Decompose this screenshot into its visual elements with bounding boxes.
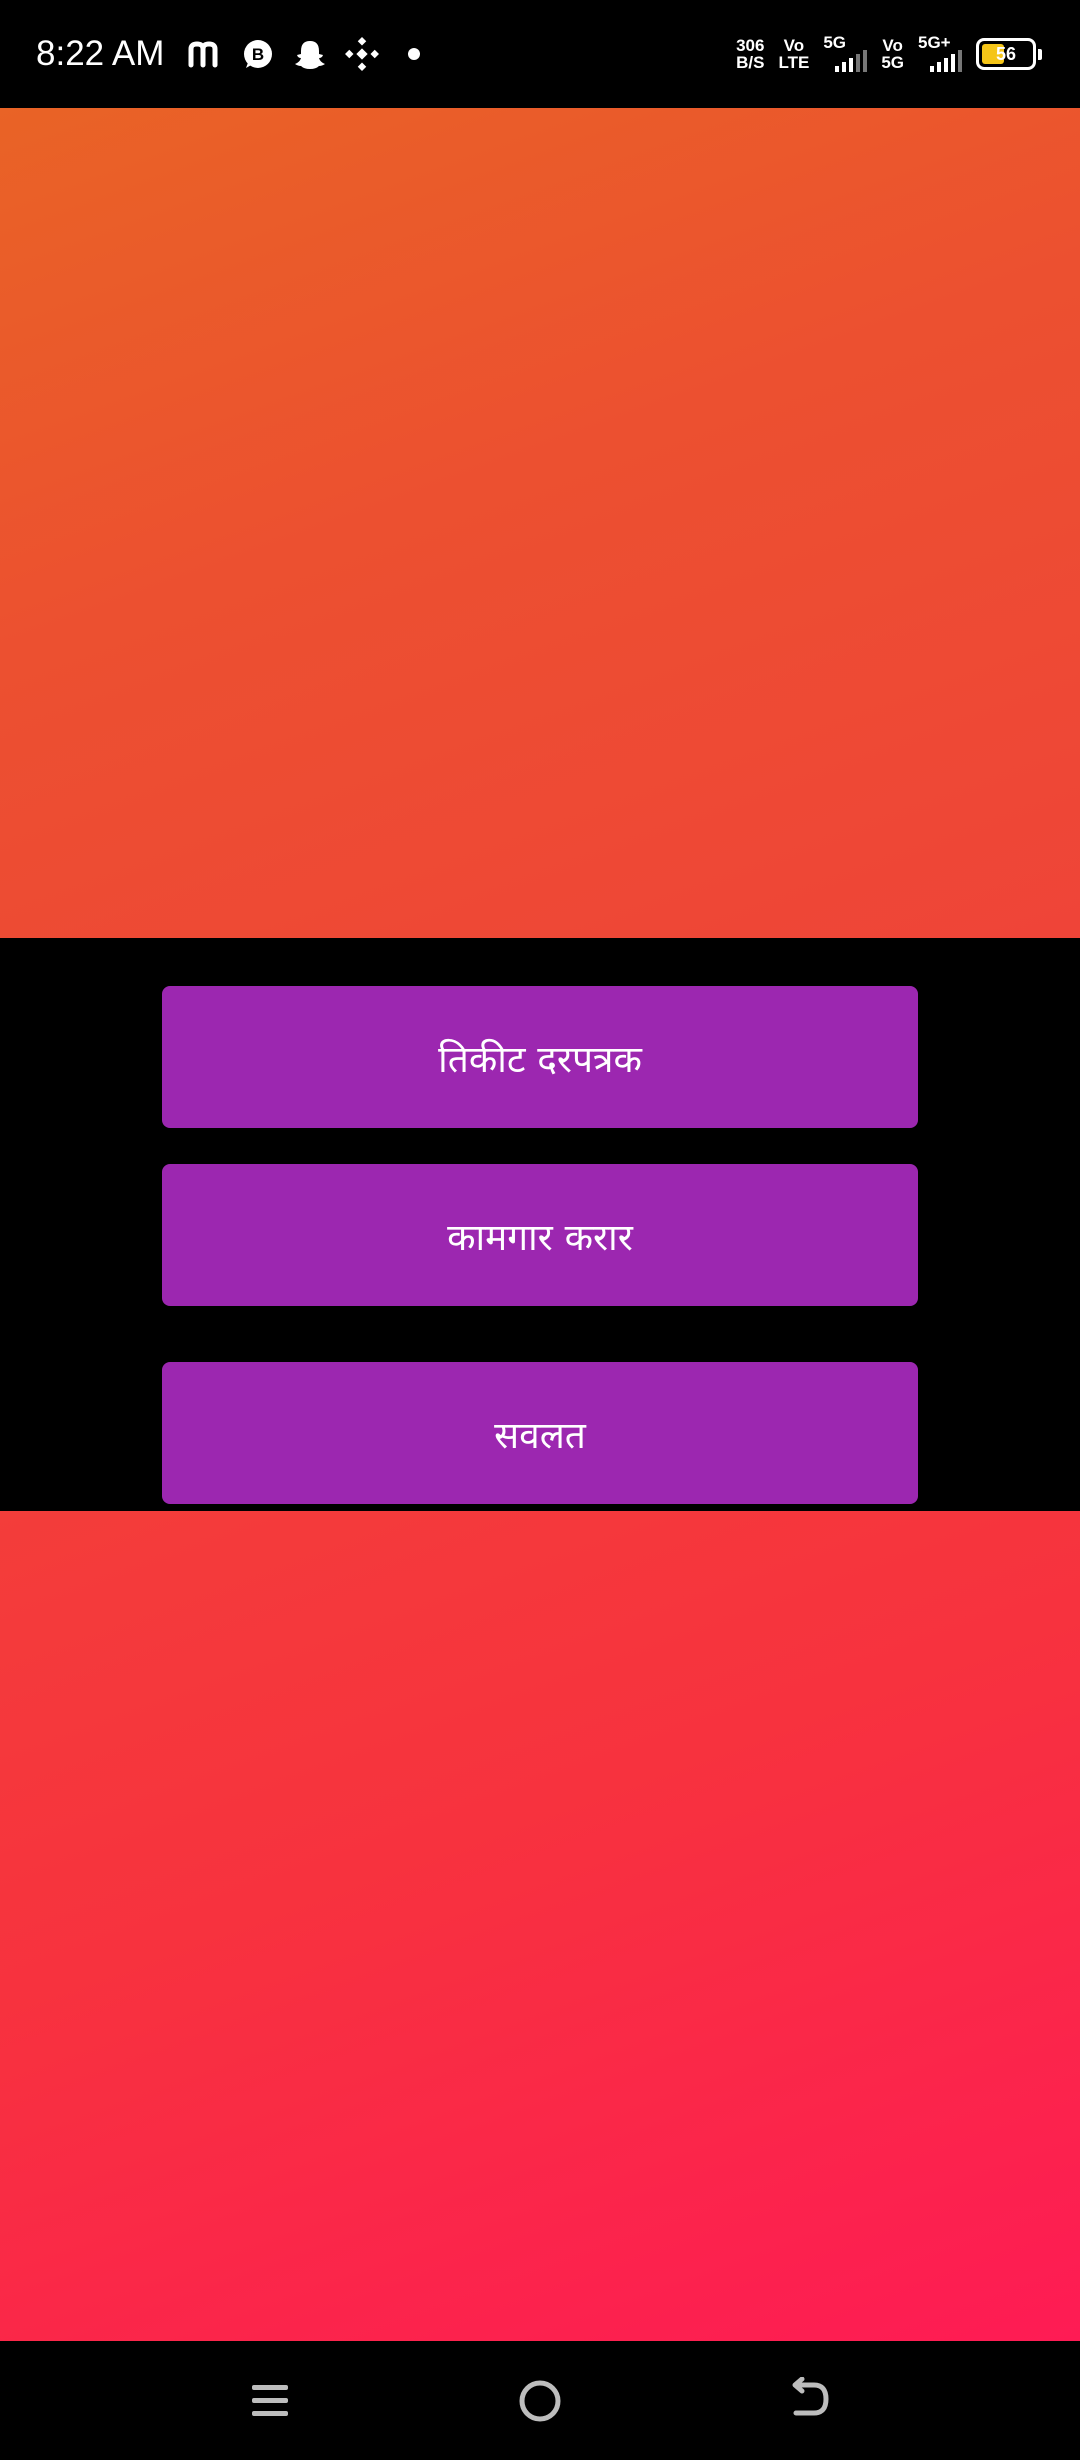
network-speed: 306 B/S: [736, 37, 764, 71]
sim2-network-type: 5G+: [918, 33, 951, 52]
whatsapp-business-icon: B: [238, 34, 278, 74]
notification-icons: B: [186, 34, 434, 74]
bottom-gradient-panel: [0, 1511, 1080, 2341]
battery-level: 56: [995, 43, 1017, 64]
ticket-rates-button[interactable]: तिकीट दरपत्रक: [162, 986, 918, 1128]
status-time: 8:22 AM: [36, 34, 165, 73]
worker-agreement-button[interactable]: कामगार करार: [162, 1164, 918, 1306]
m-app-icon: [186, 34, 226, 74]
sim1-volte-top: Vo: [783, 36, 805, 55]
top-gradient-panel: [0, 108, 1080, 938]
sim1-signal: 5G: [823, 33, 868, 74]
sim2-signal-bars-icon: [930, 50, 962, 72]
home-icon: [519, 2380, 561, 2422]
sim1-network-type: 5G: [823, 33, 846, 52]
status-indicators: 306 B/S Vo LTE 5G Vo 5G 5G+ 56: [736, 30, 1042, 78]
sim1-signal-bars-icon: [835, 50, 868, 72]
svg-text:B: B: [252, 45, 264, 64]
system-nav-bar: [0, 2341, 1080, 2460]
home-button[interactable]: [506, 2367, 574, 2435]
sim2-volte-bottom: 5G: [881, 53, 904, 72]
sim2-signal: 5G+: [918, 34, 962, 74]
back-icon: [792, 2377, 829, 2416]
more-notifications-dot-icon: [394, 34, 434, 74]
sim1-volte-indicator: Vo LTE: [778, 37, 809, 71]
binance-icon: [342, 34, 382, 74]
sim1-volte-bottom: LTE: [778, 53, 810, 72]
network-speed-unit: B/S: [736, 53, 765, 72]
battery-nub: [1038, 49, 1042, 60]
battery-icon: 56: [976, 38, 1042, 70]
menu-icon: [252, 2385, 288, 2416]
snapchat-icon: [290, 34, 330, 74]
app-screen: 8:22 AM B 306 B/S Vo LTE 5G Vo 5G 5G+ 56…: [0, 0, 1080, 2460]
concession-button[interactable]: सवलत: [162, 1362, 918, 1504]
recent-apps-button[interactable]: [236, 2367, 304, 2435]
network-speed-value: 306: [736, 36, 765, 55]
sim2-volte-indicator: Vo 5G: [881, 37, 904, 71]
status-bar: 8:22 AM B 306 B/S Vo LTE 5G Vo 5G 5G+ 56: [0, 0, 1080, 108]
back-button[interactable]: [776, 2367, 844, 2435]
sim2-volte-top: Vo: [882, 36, 903, 55]
